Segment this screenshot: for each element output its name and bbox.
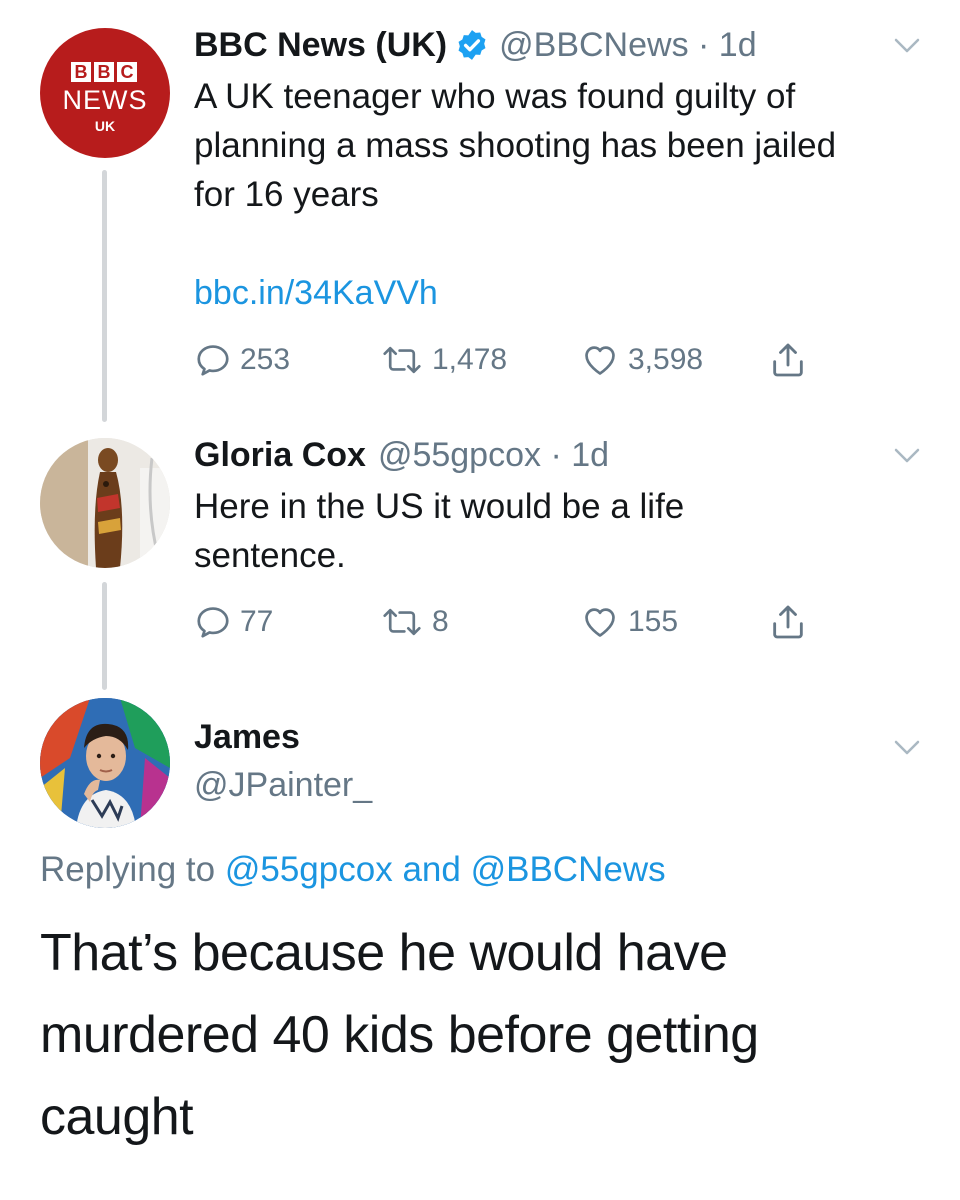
like-button[interactable]: 155 [580,602,678,642]
handle[interactable]: @55gpcox [378,436,541,475]
tweet-header: BBC News (UK) @BBCNews · 1d [194,22,757,68]
share-icon [773,343,803,377]
separator-dot: · [688,25,719,64]
reply-count: 253 [240,343,291,376]
mention-conjunction[interactable]: and [402,850,460,889]
reply-count: 77 [240,605,274,638]
tweet-text-line: Here in the US it would be a life [194,487,685,526]
bbc-logo: B B C [71,62,137,82]
tweet-text: That’s because he would have murdered 40… [40,912,920,1158]
like-count: 3,598 [628,343,704,376]
avatar[interactable]: B B C NEWS UK [40,28,170,158]
reply-button[interactable]: 77 [194,602,273,642]
tweet-link[interactable]: bbc.in/34KaVVh [194,274,438,313]
display-name[interactable]: Gloria Cox [194,436,366,475]
like-icon [585,346,615,375]
avatar-image [40,698,170,828]
mention-link[interactable]: @55gpcox [225,850,393,889]
tweet-actions: 253 1,478 3,598 [194,340,834,380]
bbc-logo-region: UK [94,118,116,134]
handle[interactable]: @BBCNews [499,26,688,65]
display-name[interactable]: James [194,718,300,757]
reply-button[interactable]: 253 [194,340,290,380]
tweet-text: Here in the US it would be a life senten… [194,482,934,580]
retweet-icon [383,608,421,636]
replying-to: Replying to @55gpcox and @BBCNews [40,850,666,890]
bbc-logo-block: C [117,62,137,82]
tweet-text-line: A UK teenager who was found guilty of [194,77,796,116]
timestamp[interactable]: 1d [571,436,609,475]
tweet-text-line: murdered 40 kids before getting [40,1006,759,1064]
tweet-text-line: caught [40,1088,194,1146]
separator-dot: · [541,435,572,474]
tweet-text-line: That’s because he would have [40,924,728,982]
retweet-icon [383,346,421,374]
chevron-down-icon[interactable] [894,38,920,54]
chevron-down-icon[interactable] [894,448,920,464]
mention-link[interactable]: @BBCNews [471,850,666,889]
like-button[interactable]: 3,598 [580,340,703,380]
timestamp[interactable]: 1d [719,26,757,65]
reply-icon [197,345,229,376]
avatar-image [40,438,170,568]
retweet-button[interactable]: 1,478 [380,340,507,380]
tweet-actions: 77 8 155 [194,602,834,642]
share-button[interactable] [768,340,808,380]
thread-line [102,582,107,690]
tweet-text: A UK teenager who was found guilty of pl… [194,72,934,219]
retweet-count: 8 [432,605,449,638]
display-name[interactable]: BBC News (UK) [194,26,447,65]
bbc-logo-block: B [71,62,91,82]
tweet-header: Gloria Cox @55gpcox · 1d [194,432,609,478]
bbc-logo-word: NEWS [62,85,148,115]
share-button[interactable] [768,602,808,642]
reply-icon [197,607,229,638]
thread-line [102,170,107,422]
verified-badge-icon [455,28,489,62]
tweet-text-line: planning a mass shooting has been jailed [194,126,837,165]
share-icon [773,605,803,639]
retweet-button[interactable]: 8 [380,602,449,642]
avatar[interactable] [40,438,170,568]
retweet-count: 1,478 [432,343,508,376]
bbc-logo-block: B [94,62,114,82]
tweet-text-line: sentence. [194,536,346,575]
like-count: 155 [628,605,679,638]
tweet-text-line: for 16 years [194,175,379,214]
replying-to-label: Replying to [40,850,216,889]
avatar[interactable] [40,698,170,828]
like-icon [585,608,615,637]
handle[interactable]: @JPainter_ [194,766,372,805]
chevron-down-icon[interactable] [894,740,920,756]
